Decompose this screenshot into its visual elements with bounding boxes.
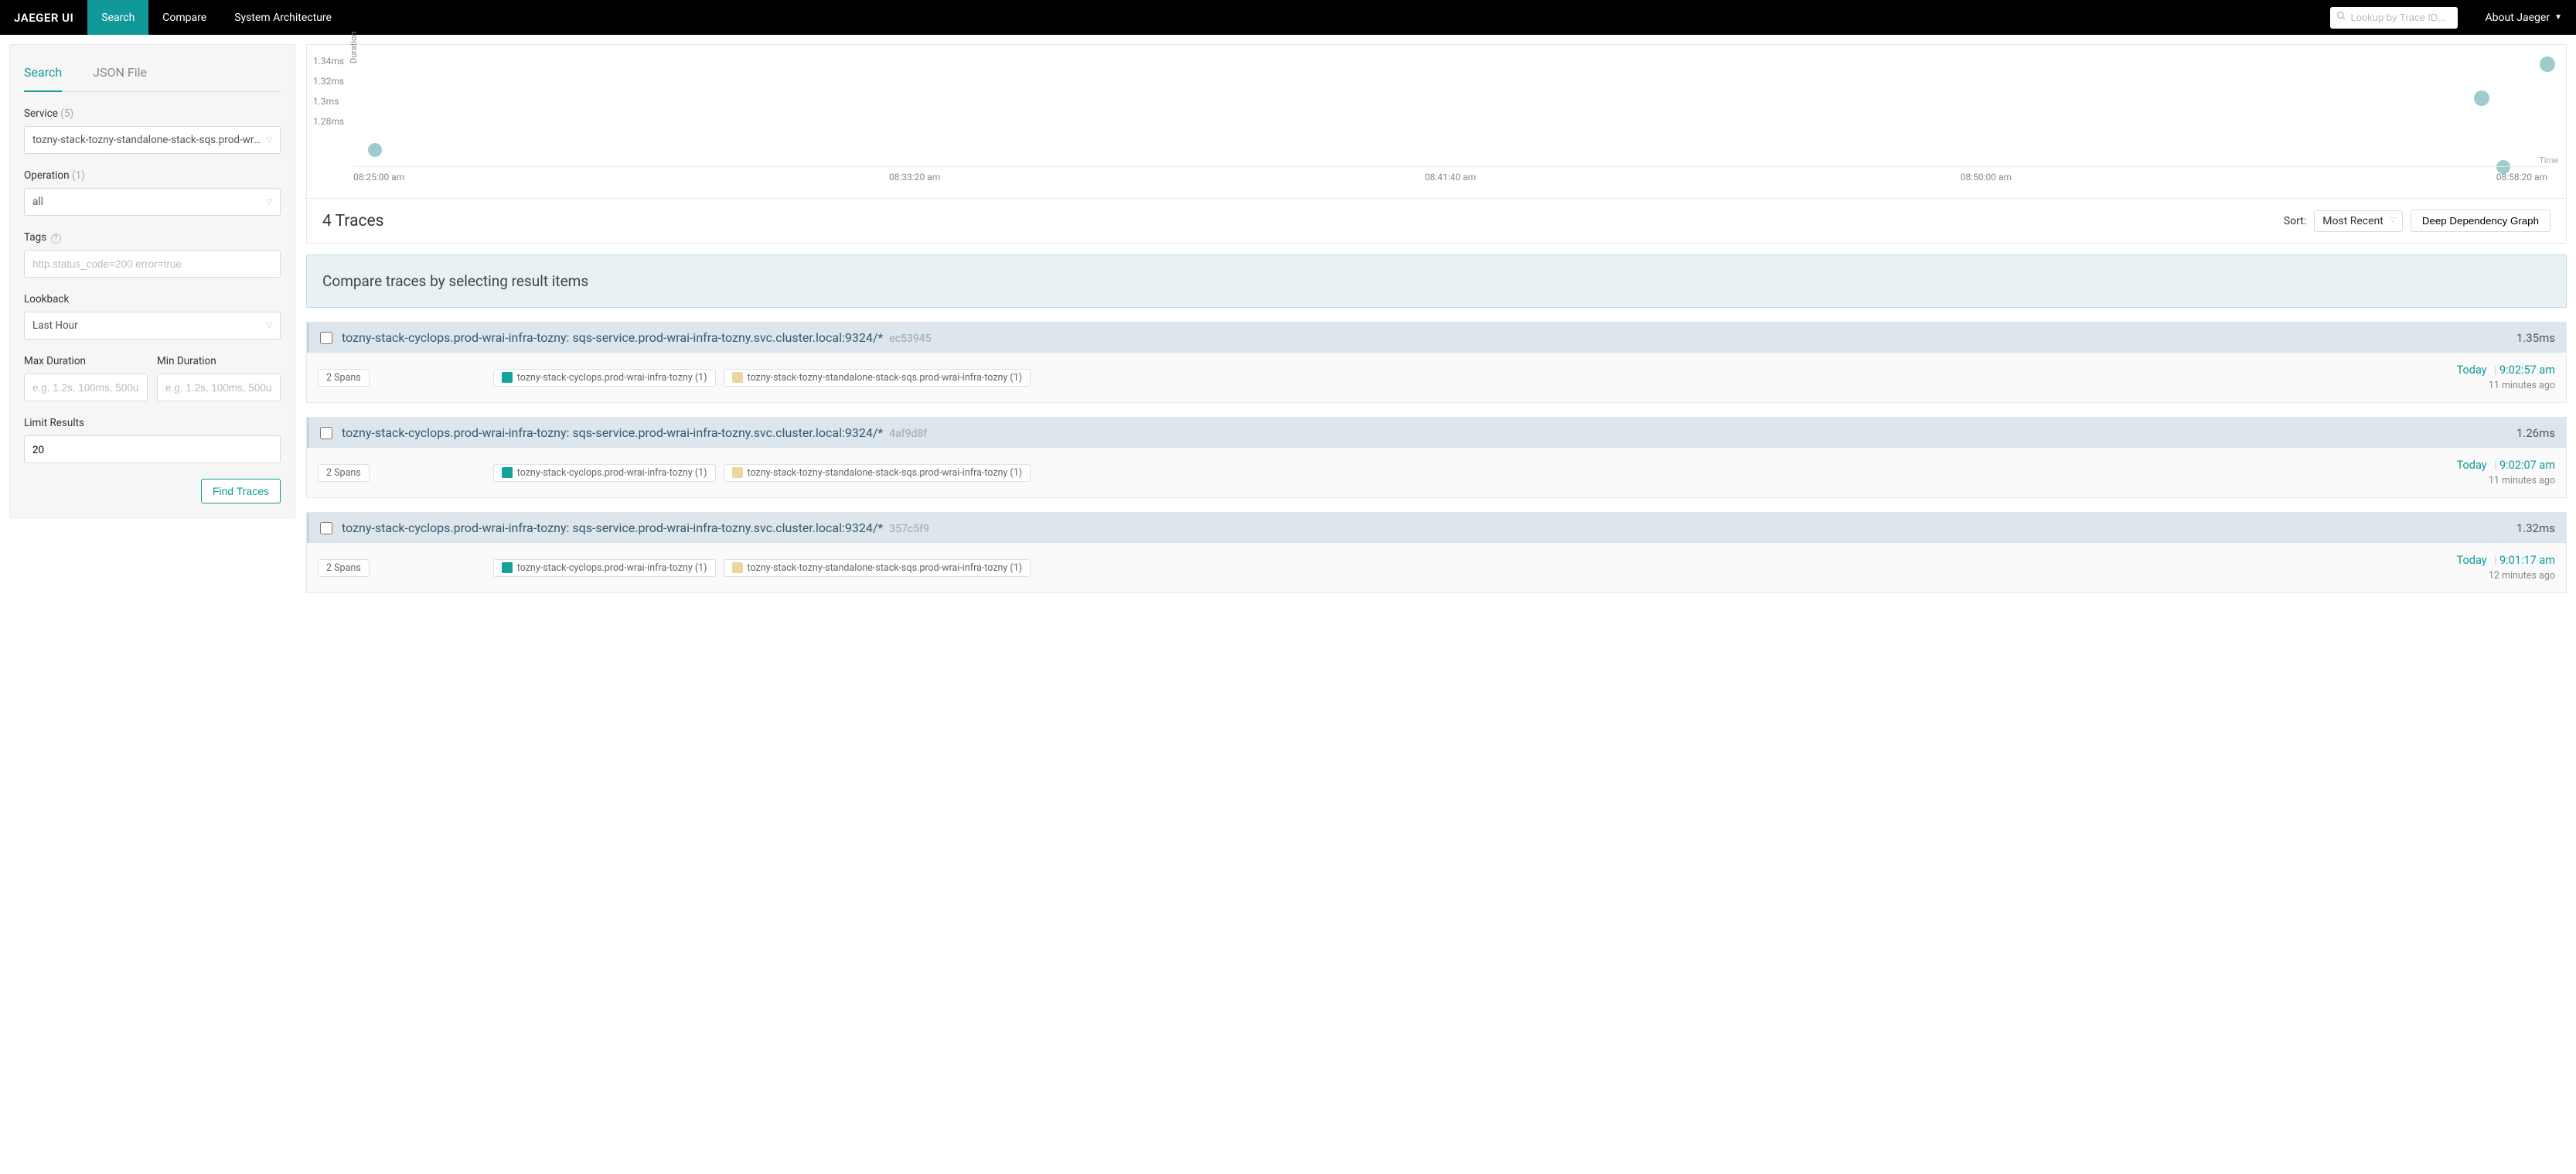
search-icon xyxy=(2336,11,2346,24)
sort-label: Sort: xyxy=(2284,215,2306,227)
trace-hash: 357c5f9 xyxy=(889,523,929,535)
max-duration-input[interactable] xyxy=(32,382,139,394)
trace-duration: 1.35ms xyxy=(2516,331,2555,345)
main-content: Duration 1.34ms 1.32ms 1.3ms 1.28ms Time… xyxy=(306,44,2567,593)
nav-search[interactable]: Search xyxy=(87,0,148,35)
operation-select[interactable]: all ▽ xyxy=(24,188,281,216)
trace-card[interactable]: tozny-stack-cyclops.prod-wrai-infra-tozn… xyxy=(306,512,2567,593)
sort-value: Most Recent xyxy=(2322,215,2383,227)
chevron-down-icon: ▼ xyxy=(2554,13,2562,22)
trace-title[interactable]: tozny-stack-cyclops.prod-wrai-infra-tozn… xyxy=(342,520,2507,535)
top-nav: JAEGER UI Search Compare System Architec… xyxy=(0,0,2576,35)
lookback-select[interactable]: Last Hour ▽ xyxy=(24,312,281,340)
compare-banner: Compare traces by selecting result items xyxy=(306,254,2567,308)
chart-data-point[interactable] xyxy=(368,143,382,157)
trace-lookup-input[interactable] xyxy=(2351,12,2452,23)
color-swatch xyxy=(502,562,513,573)
service-pill: tozny-stack-tozny-standalone-stack-sqs.p… xyxy=(724,464,1031,482)
chevron-down-icon: ▽ xyxy=(266,136,272,145)
trace-select-checkbox[interactable] xyxy=(320,332,332,344)
color-swatch xyxy=(732,372,743,383)
trace-hash: ec53945 xyxy=(889,333,931,345)
chevron-down-icon: ▽ xyxy=(266,322,272,330)
service-label: Service (5) xyxy=(24,108,281,120)
trace-card[interactable]: tozny-stack-cyclops.prod-wrai-infra-tozn… xyxy=(306,322,2567,403)
sort-select[interactable]: Most Recent ▽ xyxy=(2314,210,2403,232)
about-menu[interactable]: About Jaeger ▼ xyxy=(2472,12,2576,24)
tab-search[interactable]: Search xyxy=(24,59,62,92)
trace-header: tozny-stack-cyclops.prod-wrai-infra-tozn… xyxy=(307,418,2566,448)
chart-data-point[interactable] xyxy=(2540,56,2555,72)
chart-x-ticks: 08:25:00 am 08:33:20 am 08:41:40 am 08:5… xyxy=(353,166,2547,183)
trace-title[interactable]: tozny-stack-cyclops.prod-wrai-infra-tozn… xyxy=(342,425,2507,440)
sidebar-tabs: Search JSON File xyxy=(24,59,281,92)
service-pill: tozny-stack-cyclops.prod-wrai-infra-tozn… xyxy=(493,369,716,387)
chart-x-axis-title: Time xyxy=(2539,155,2558,166)
chevron-down-icon: ▽ xyxy=(266,198,272,206)
trace-header: tozny-stack-cyclops.prod-wrai-infra-tozn… xyxy=(307,513,2566,543)
min-duration-input[interactable] xyxy=(165,382,272,394)
service-pill: tozny-stack-cyclops.prod-wrai-infra-tozn… xyxy=(493,559,716,577)
trace-timestamp: Today | 9:01:17 am 12 minutes ago xyxy=(2457,554,2555,582)
deep-dependency-graph-button[interactable]: Deep Dependency Graph xyxy=(2411,210,2550,232)
about-label: About Jaeger xyxy=(2486,12,2550,24)
trace-timestamp: Today | 9:02:07 am 11 minutes ago xyxy=(2457,459,2555,486)
scatter-chart[interactable]: Duration 1.34ms 1.32ms 1.3ms 1.28ms Time… xyxy=(306,44,2567,199)
min-duration-label: Min Duration xyxy=(157,355,281,367)
find-traces-button[interactable]: Find Traces xyxy=(201,479,281,503)
chevron-down-icon: ▽ xyxy=(2390,217,2396,224)
span-count-pill: 2 Spans xyxy=(318,559,370,577)
tab-json-file[interactable]: JSON File xyxy=(93,59,147,91)
color-swatch xyxy=(732,467,743,478)
chart-data-point[interactable] xyxy=(2474,90,2489,106)
chart-plot-area xyxy=(353,53,2547,167)
trace-body: 2 Spans tozny-stack-cyclops.prod-wrai-in… xyxy=(307,448,2566,497)
trace-select-checkbox[interactable] xyxy=(320,522,332,534)
trace-card[interactable]: tozny-stack-cyclops.prod-wrai-infra-tozn… xyxy=(306,417,2567,498)
brand-logo: JAEGER UI xyxy=(0,11,87,25)
tags-input[interactable] xyxy=(32,258,272,270)
span-count-pill: 2 Spans xyxy=(318,369,370,387)
tags-label: Tags ? xyxy=(24,231,281,244)
trace-lookup[interactable] xyxy=(2330,7,2458,29)
operation-value: all xyxy=(32,196,43,208)
service-select[interactable]: tozny-stack-tozny-standalone-stack-sqs.p… xyxy=(24,126,281,154)
trace-body: 2 Spans tozny-stack-cyclops.prod-wrai-in… xyxy=(307,353,2566,402)
service-pill: tozny-stack-cyclops.prod-wrai-infra-tozn… xyxy=(493,464,716,482)
trace-hash: 4af9d8f xyxy=(889,428,927,440)
service-pill: tozny-stack-tozny-standalone-stack-sqs.p… xyxy=(724,369,1031,387)
results-count: 4 Traces xyxy=(322,212,383,230)
chart-y-ticks: 1.34ms 1.32ms 1.3ms 1.28ms xyxy=(313,56,344,136)
span-count-pill: 2 Spans xyxy=(318,464,370,482)
tags-input-wrap xyxy=(24,250,281,278)
nav-system-architecture[interactable]: System Architecture xyxy=(220,0,346,35)
lookback-value: Last Hour xyxy=(32,319,78,332)
service-pill: tozny-stack-tozny-standalone-stack-sqs.p… xyxy=(724,559,1031,577)
results-header: 4 Traces Sort: Most Recent ▽ Deep Depend… xyxy=(306,199,2567,244)
limit-input[interactable] xyxy=(32,444,272,456)
service-value: tozny-stack-tozny-standalone-stack-sqs.p… xyxy=(32,134,266,146)
trace-title[interactable]: tozny-stack-cyclops.prod-wrai-infra-tozn… xyxy=(342,330,2507,345)
lookback-label: Lookback xyxy=(24,293,281,305)
search-sidebar: Search JSON File Service (5) tozny-stack… xyxy=(9,44,295,518)
nav-compare[interactable]: Compare xyxy=(148,0,220,35)
color-swatch xyxy=(732,562,743,573)
operation-label: Operation (1) xyxy=(24,169,281,182)
color-swatch xyxy=(502,467,513,478)
max-duration-label: Max Duration xyxy=(24,355,148,367)
color-swatch xyxy=(502,372,513,383)
trace-timestamp: Today | 9:02:57 am 11 minutes ago xyxy=(2457,363,2555,391)
trace-body: 2 Spans tozny-stack-cyclops.prod-wrai-in… xyxy=(307,543,2566,592)
trace-duration: 1.26ms xyxy=(2516,426,2555,440)
limit-label: Limit Results xyxy=(24,417,281,429)
help-icon[interactable]: ? xyxy=(51,234,61,244)
trace-select-checkbox[interactable] xyxy=(320,427,332,439)
trace-duration: 1.32ms xyxy=(2516,521,2555,535)
trace-header: tozny-stack-cyclops.prod-wrai-infra-tozn… xyxy=(307,323,2566,353)
